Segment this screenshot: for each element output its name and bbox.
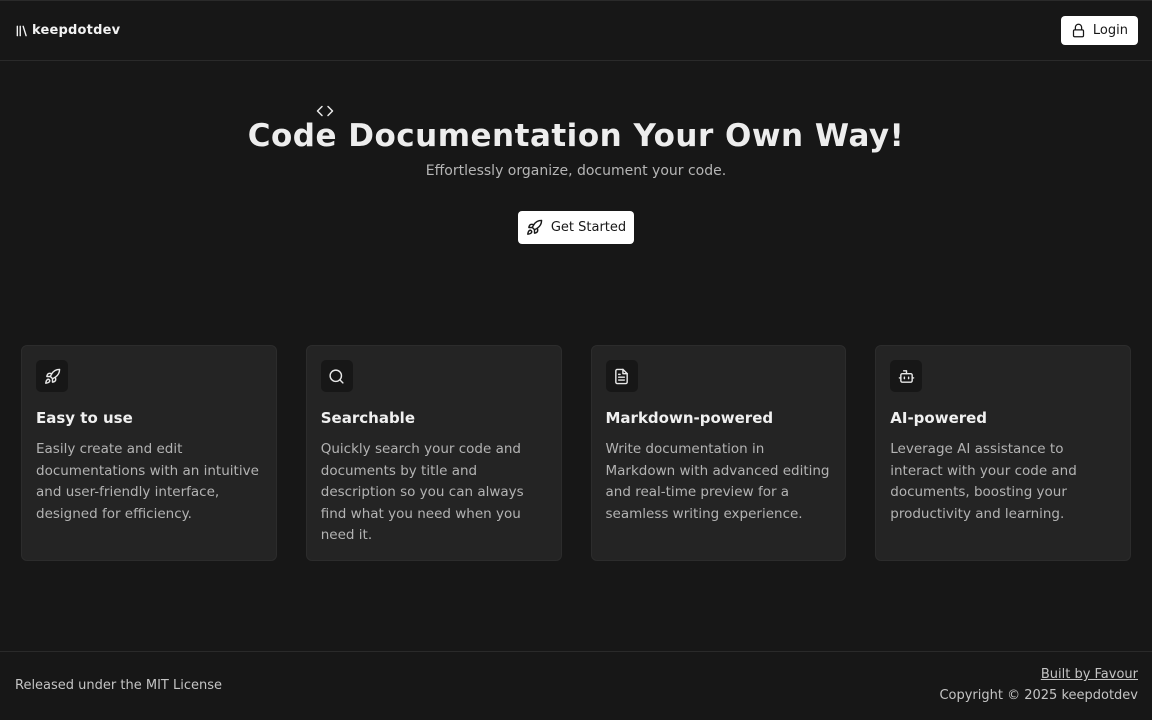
footer: Released under the MIT License Built by … — [0, 651, 1152, 720]
copyright-text: Copyright © 2025 keepdotdev — [939, 688, 1138, 703]
get-started-button[interactable]: Get Started — [518, 211, 634, 244]
feature-title: Markdown-powered — [605, 409, 774, 427]
hero-subtitle: Effortlessly organize, document your cod… — [425, 163, 727, 179]
feature-description: Easily create and edit documentations wi… — [36, 441, 259, 522]
rocket-icon — [36, 360, 68, 392]
feature-title: Searchable — [320, 409, 415, 427]
footer-credits: Built by Favour Copyright © 2025 keepdot… — [939, 667, 1138, 703]
brand-link[interactable]: keepdotdev — [15, 23, 120, 38]
feature-card-ai-powered: AI-powered Leverage AI assistance to int… — [875, 345, 1131, 561]
feature-title: AI-powered — [890, 409, 988, 427]
feature-description: Leverage AI assistance to interact with … — [890, 441, 1077, 522]
feature-card-easy-to-use: Easy to use Easily create and edit docum… — [21, 345, 277, 561]
hero-title: Code Documentation Your Own Way! — [247, 118, 905, 154]
search-icon — [320, 360, 353, 392]
feature-description: Write documentation in Markdown with adv… — [605, 441, 830, 522]
brand-name: keepdotdev — [32, 23, 121, 38]
feature-card-searchable: Searchable Quickly search your code and … — [305, 345, 562, 561]
rocket-icon — [526, 219, 543, 236]
top-navbar: keepdotdev Login — [0, 0, 1152, 61]
login-button[interactable]: Login — [1060, 16, 1138, 45]
file-text-icon — [605, 360, 638, 392]
feature-title: Easy to use — [36, 409, 133, 427]
features-section: Easy to use Easily create and edit docum… — [21, 345, 1131, 561]
license-text: Released under the MIT License — [15, 678, 222, 693]
built-by-link[interactable]: Built by Favour — [939, 667, 1138, 682]
feature-description: Quickly search your code and documents b… — [320, 441, 524, 543]
bot-icon — [890, 360, 923, 392]
code-icon — [316, 104, 334, 118]
lock-icon — [1071, 23, 1086, 38]
library-icon — [15, 24, 29, 38]
login-label: Login — [1092, 23, 1128, 38]
get-started-label: Get Started — [550, 220, 627, 235]
feature-card-markdown-powered: Markdown-powered Write documentation in … — [590, 345, 847, 561]
